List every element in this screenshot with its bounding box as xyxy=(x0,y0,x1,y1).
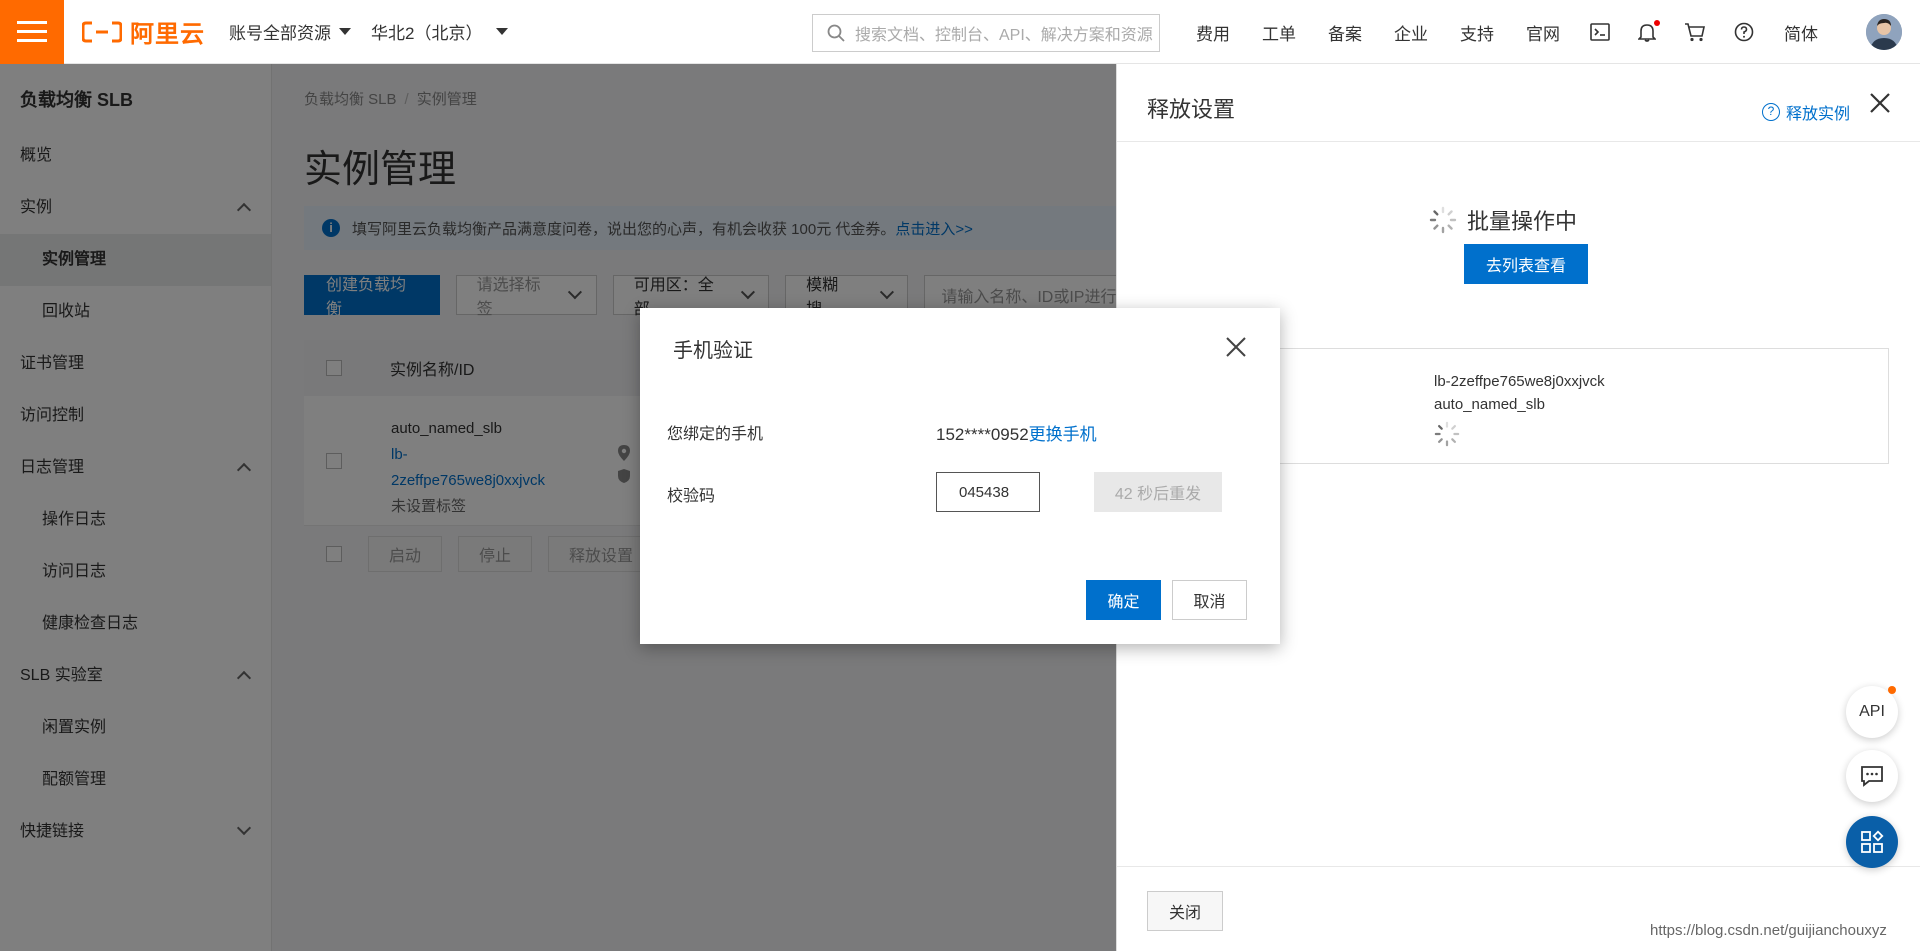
batch-status: 批量操作中 xyxy=(1429,204,1577,236)
top-links: 费用 工单 备案 企业 支持 官网 简体 xyxy=(1180,0,1834,64)
apps-icon xyxy=(1861,830,1884,853)
chat-icon xyxy=(1861,766,1883,787)
batch-status-text: 批量操作中 xyxy=(1467,209,1578,234)
bound-phone-value: 152****0952 xyxy=(936,425,1029,444)
question-icon: ? xyxy=(1762,103,1780,121)
logo-text: 阿里云 xyxy=(130,21,205,48)
language-switch[interactable]: 简体 xyxy=(1784,20,1818,45)
account-dropdown-label: 账号全部资源 xyxy=(229,24,331,43)
api-button-label: API xyxy=(1859,703,1885,720)
dialog-title: 手机验证 xyxy=(673,340,753,362)
aliyun-logo-icon xyxy=(82,21,122,43)
region-dropdown-label: 华北2（北京） xyxy=(371,24,483,43)
release-instance-help-link[interactable]: ? 释放实例 xyxy=(1762,100,1850,124)
search-icon xyxy=(827,24,845,42)
top-link-icp[interactable]: 备案 xyxy=(1328,20,1362,45)
terminal-icon[interactable] xyxy=(1590,23,1610,41)
resend-code-button[interactable]: 42 秒后重发 xyxy=(1094,472,1222,512)
notification-dot xyxy=(1888,686,1896,694)
verification-code-input[interactable] xyxy=(936,472,1040,512)
goto-list-button[interactable]: 去列表查看 xyxy=(1464,244,1588,284)
global-search-placeholder: 搜索文档、控制台、API、解决方案和资源 xyxy=(855,27,1153,44)
bound-phone-row: 152****0952更换手机 xyxy=(936,420,1097,445)
chat-button[interactable] xyxy=(1846,750,1898,802)
notification-dot xyxy=(1654,20,1660,26)
loading-spinner-icon xyxy=(1429,206,1457,234)
drawer-instance-id: lb-2zeffpe765we8j0xxjvck xyxy=(1434,373,1605,390)
help-link-label: 释放实例 xyxy=(1786,106,1851,123)
watermark: https://blog.csdn.net/guijianchouxyz xyxy=(1650,922,1887,939)
bell-icon[interactable] xyxy=(1638,20,1660,42)
top-link-enterprise[interactable]: 企业 xyxy=(1394,20,1428,45)
top-link-fees[interactable]: 费用 xyxy=(1196,20,1230,45)
drawer-title: 释放设置 xyxy=(1147,97,1236,122)
global-search-input[interactable]: 搜索文档、控制台、API、解决方案和资源 xyxy=(812,14,1160,52)
api-button[interactable]: API xyxy=(1846,686,1898,738)
loading-spinner-icon xyxy=(1434,421,1460,447)
account-dropdown[interactable]: 账号全部资源 xyxy=(229,19,351,44)
apps-button[interactable] xyxy=(1846,816,1898,868)
caret-down-icon xyxy=(496,28,509,35)
verification-code-label: 校验码 xyxy=(667,488,716,505)
top-link-support[interactable]: 支持 xyxy=(1460,20,1494,45)
bound-phone-label: 您绑定的手机 xyxy=(667,426,764,443)
avatar[interactable] xyxy=(1866,14,1902,50)
menu-icon[interactable] xyxy=(0,0,64,64)
caret-down-icon xyxy=(339,28,351,35)
drawer-instance-name: auto_named_slb xyxy=(1434,396,1545,413)
top-link-tickets[interactable]: 工单 xyxy=(1262,20,1296,45)
confirm-button[interactable]: 确定 xyxy=(1086,580,1161,620)
dialog-close-icon[interactable] xyxy=(1225,336,1247,358)
drawer-header: 释放设置 ? 释放实例 xyxy=(1117,64,1920,142)
cart-icon[interactable] xyxy=(1684,22,1706,42)
change-phone-link[interactable]: 更换手机 xyxy=(1029,425,1097,444)
cancel-button[interactable]: 取消 xyxy=(1172,580,1247,620)
help-icon[interactable] xyxy=(1734,22,1754,42)
drawer-close-icon[interactable] xyxy=(1869,92,1891,114)
region-dropdown[interactable]: 华北2（北京） xyxy=(371,19,509,44)
aliyun-logo[interactable]: 阿里云 xyxy=(82,14,205,49)
top-link-official-site[interactable]: 官网 xyxy=(1526,20,1560,45)
phone-verification-dialog: 手机验证 您绑定的手机 152****0952更换手机 校验码 42 秒后重发 … xyxy=(640,308,1280,644)
drawer-close-button[interactable]: 关闭 xyxy=(1147,891,1223,931)
